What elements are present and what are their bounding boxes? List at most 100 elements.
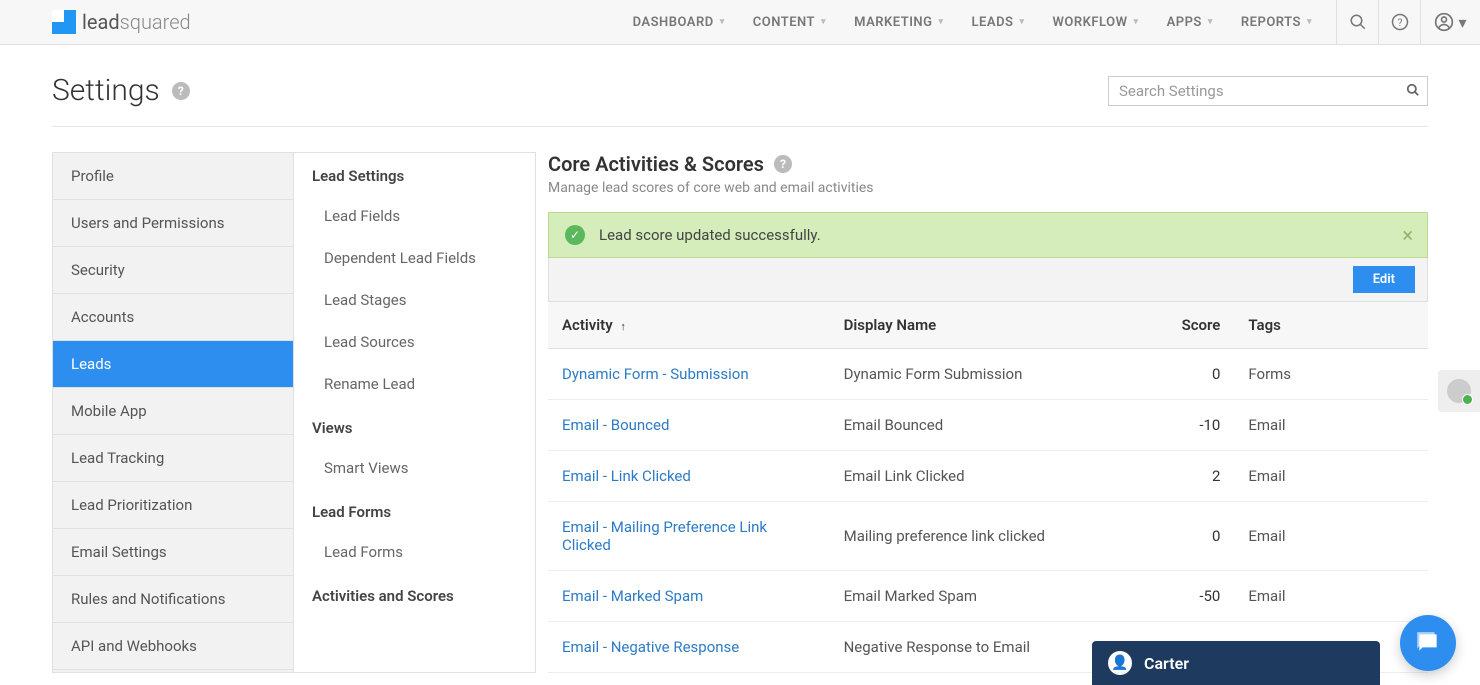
- chevron-down-icon: ▾: [1019, 17, 1024, 27]
- cell-activity: Email - Mailing Preference Link Clicked: [548, 502, 830, 571]
- sidebar-item-api-and-webhooks[interactable]: API and Webhooks: [53, 623, 293, 670]
- cell-tags: Email: [1234, 502, 1428, 571]
- nav-item-workflow[interactable]: WORKFLOW ▾: [1039, 0, 1153, 45]
- cell-display: Email Link Clicked: [830, 451, 1112, 502]
- cell-score: 0: [1111, 349, 1234, 400]
- svg-text:?: ?: [1397, 16, 1402, 29]
- alert-message: Lead score updated successfully.: [599, 226, 821, 244]
- table-toolbar: Edit: [548, 258, 1428, 302]
- sidebar-subitem-lead-forms[interactable]: Lead Forms: [294, 531, 535, 573]
- nav-item-reports[interactable]: REPORTS▾: [1227, 0, 1326, 45]
- logo[interactable]: leadsquared: [52, 10, 191, 34]
- page-help-icon[interactable]: ?: [172, 82, 190, 100]
- cell-activity: Email - Marked Spam: [548, 571, 830, 622]
- sidebar-item-rules-and-notifications[interactable]: Rules and Notifications: [53, 576, 293, 623]
- cell-score: 0: [1111, 502, 1234, 571]
- cell-display: Email Bounced: [830, 400, 1112, 451]
- logo-lead: lead: [82, 10, 120, 34]
- cell-score: -50: [1111, 571, 1234, 622]
- search-icon[interactable]: [1406, 82, 1420, 101]
- cell-score: -10: [1111, 400, 1234, 451]
- col-activity[interactable]: Activity ↑: [548, 302, 830, 349]
- sort-asc-icon: ↑: [620, 320, 626, 333]
- sidebar-item-users-and-permissions[interactable]: Users and Permissions: [53, 200, 293, 247]
- col-tags[interactable]: Tags: [1234, 302, 1428, 349]
- table-row: Email - Bounced Email Bounced-10Email: [548, 400, 1428, 451]
- sidebar-item-leads[interactable]: Leads: [53, 341, 293, 388]
- sidebar-item-lead-tracking[interactable]: Lead Tracking: [53, 435, 293, 482]
- sidebar-heading: Activities and Scores: [294, 573, 535, 615]
- nav-label: WORKFLOW: [1053, 15, 1128, 30]
- main-title-wrap: Core Activities & Scores ?: [548, 152, 1428, 176]
- nav-label: DASHBOARD: [633, 15, 714, 30]
- sidebar-item-security[interactable]: Security: [53, 247, 293, 294]
- nav-item-content[interactable]: CONTENT▾: [739, 0, 840, 45]
- top-navigation: leadsquared DASHBOARD▾CONTENT▾MARKETING▾…: [0, 0, 1480, 45]
- sidebar-heading: Lead Forms: [294, 489, 535, 531]
- page-header: Settings ?: [52, 73, 1428, 127]
- nav-item-dashboard[interactable]: DASHBOARD▾: [619, 0, 739, 45]
- activity-link[interactable]: Email - Link Clicked: [562, 467, 691, 485]
- sidebar-subitem-lead-stages[interactable]: Lead Stages: [294, 279, 535, 321]
- sidebar-subitem-lead-sources[interactable]: Lead Sources: [294, 321, 535, 363]
- chat-fab[interactable]: [1400, 615, 1456, 671]
- col-activity-label: Activity: [562, 316, 613, 334]
- logo-text: leadsquared: [82, 10, 191, 34]
- table-row: Dynamic Form - SubmissionDynamic Form Su…: [548, 349, 1428, 400]
- activity-link[interactable]: Email - Marked Spam: [562, 587, 703, 605]
- nav-label: APPS: [1167, 15, 1202, 30]
- nav-label: MARKETING: [854, 15, 932, 30]
- cell-tags: Email: [1234, 571, 1428, 622]
- sidebar-item-email-settings[interactable]: Email Settings: [53, 529, 293, 576]
- sidebar-item-accounts[interactable]: Accounts: [53, 294, 293, 341]
- user-menu[interactable]: ▾: [1420, 0, 1480, 45]
- settings-sidebar-secondary: Lead SettingsLead FieldsDependent Lead F…: [294, 152, 536, 673]
- chevron-down-icon: ▾: [1458, 13, 1466, 32]
- activity-link[interactable]: Email - Negative Response: [562, 638, 739, 656]
- cell-activity: Dynamic Form - Submission: [548, 349, 830, 400]
- activity-link[interactable]: Dynamic Form - Submission: [562, 365, 749, 383]
- chat-bar[interactable]: 👤 Carter: [1092, 641, 1380, 685]
- presence-widget[interactable]: [1438, 370, 1480, 412]
- edit-button[interactable]: Edit: [1353, 266, 1415, 293]
- help-icon[interactable]: ?: [1378, 0, 1420, 45]
- cell-score: 2: [1111, 451, 1234, 502]
- cell-tags: Email: [1234, 451, 1428, 502]
- chat-name: Carter: [1144, 654, 1189, 673]
- chat-avatar: 👤: [1108, 651, 1132, 675]
- cell-activity: Email - Negative Response: [548, 622, 830, 673]
- cell-display: Email Marked Spam: [830, 571, 1112, 622]
- sidebar-item-mobile-app[interactable]: Mobile App: [53, 388, 293, 435]
- activity-link[interactable]: Email - Bounced: [562, 416, 669, 434]
- activity-link[interactable]: Email - Mailing Preference Link Clicked: [562, 518, 767, 554]
- sidebar-item-lead-prioritization[interactable]: Lead Prioritization: [53, 482, 293, 529]
- nav-item-leads[interactable]: LEADS▾: [958, 0, 1039, 45]
- search-icon[interactable]: [1336, 0, 1378, 45]
- nav-item-apps[interactable]: APPS▾: [1153, 0, 1227, 45]
- main-nav: DASHBOARD▾CONTENT▾MARKETING▾LEADS▾WORKFL…: [619, 0, 1326, 45]
- body-row: ProfileUsers and PermissionsSecurityAcco…: [52, 152, 1428, 673]
- sidebar-subitem-lead-fields[interactable]: Lead Fields: [294, 195, 535, 237]
- cell-tags: Forms: [1234, 349, 1428, 400]
- sidebar-subitem-smart-views[interactable]: Smart Views: [294, 447, 535, 489]
- chevron-down-icon: ▾: [1134, 17, 1139, 27]
- nav-utility-icons: ? ▾: [1336, 0, 1480, 45]
- search-settings: [1108, 76, 1428, 106]
- search-settings-input[interactable]: [1108, 76, 1428, 106]
- section-help-icon[interactable]: ?: [774, 155, 792, 173]
- sidebar-heading: Lead Settings: [294, 153, 535, 195]
- table-row: Email - Mailing Preference Link ClickedM…: [548, 502, 1428, 571]
- main-subtitle: Manage lead scores of core web and email…: [548, 180, 1428, 196]
- nav-item-marketing[interactable]: MARKETING▾: [840, 0, 957, 45]
- check-icon: ✓: [565, 225, 585, 245]
- close-icon[interactable]: ×: [1402, 223, 1413, 247]
- sidebar-item-profile[interactable]: Profile: [53, 153, 293, 200]
- table-row: Email - Link Clicked Email Link Clicked2E…: [548, 451, 1428, 502]
- cell-tags: Email: [1234, 400, 1428, 451]
- col-display[interactable]: Display Name: [830, 302, 1112, 349]
- main-content: Core Activities & Scores ? Manage lead s…: [536, 152, 1428, 673]
- sidebar-subitem-rename-lead[interactable]: Rename Lead: [294, 363, 535, 405]
- sidebar-heading: Views: [294, 405, 535, 447]
- sidebar-subitem-dependent-lead-fields[interactable]: Dependent Lead Fields: [294, 237, 535, 279]
- col-score[interactable]: Score: [1111, 302, 1234, 349]
